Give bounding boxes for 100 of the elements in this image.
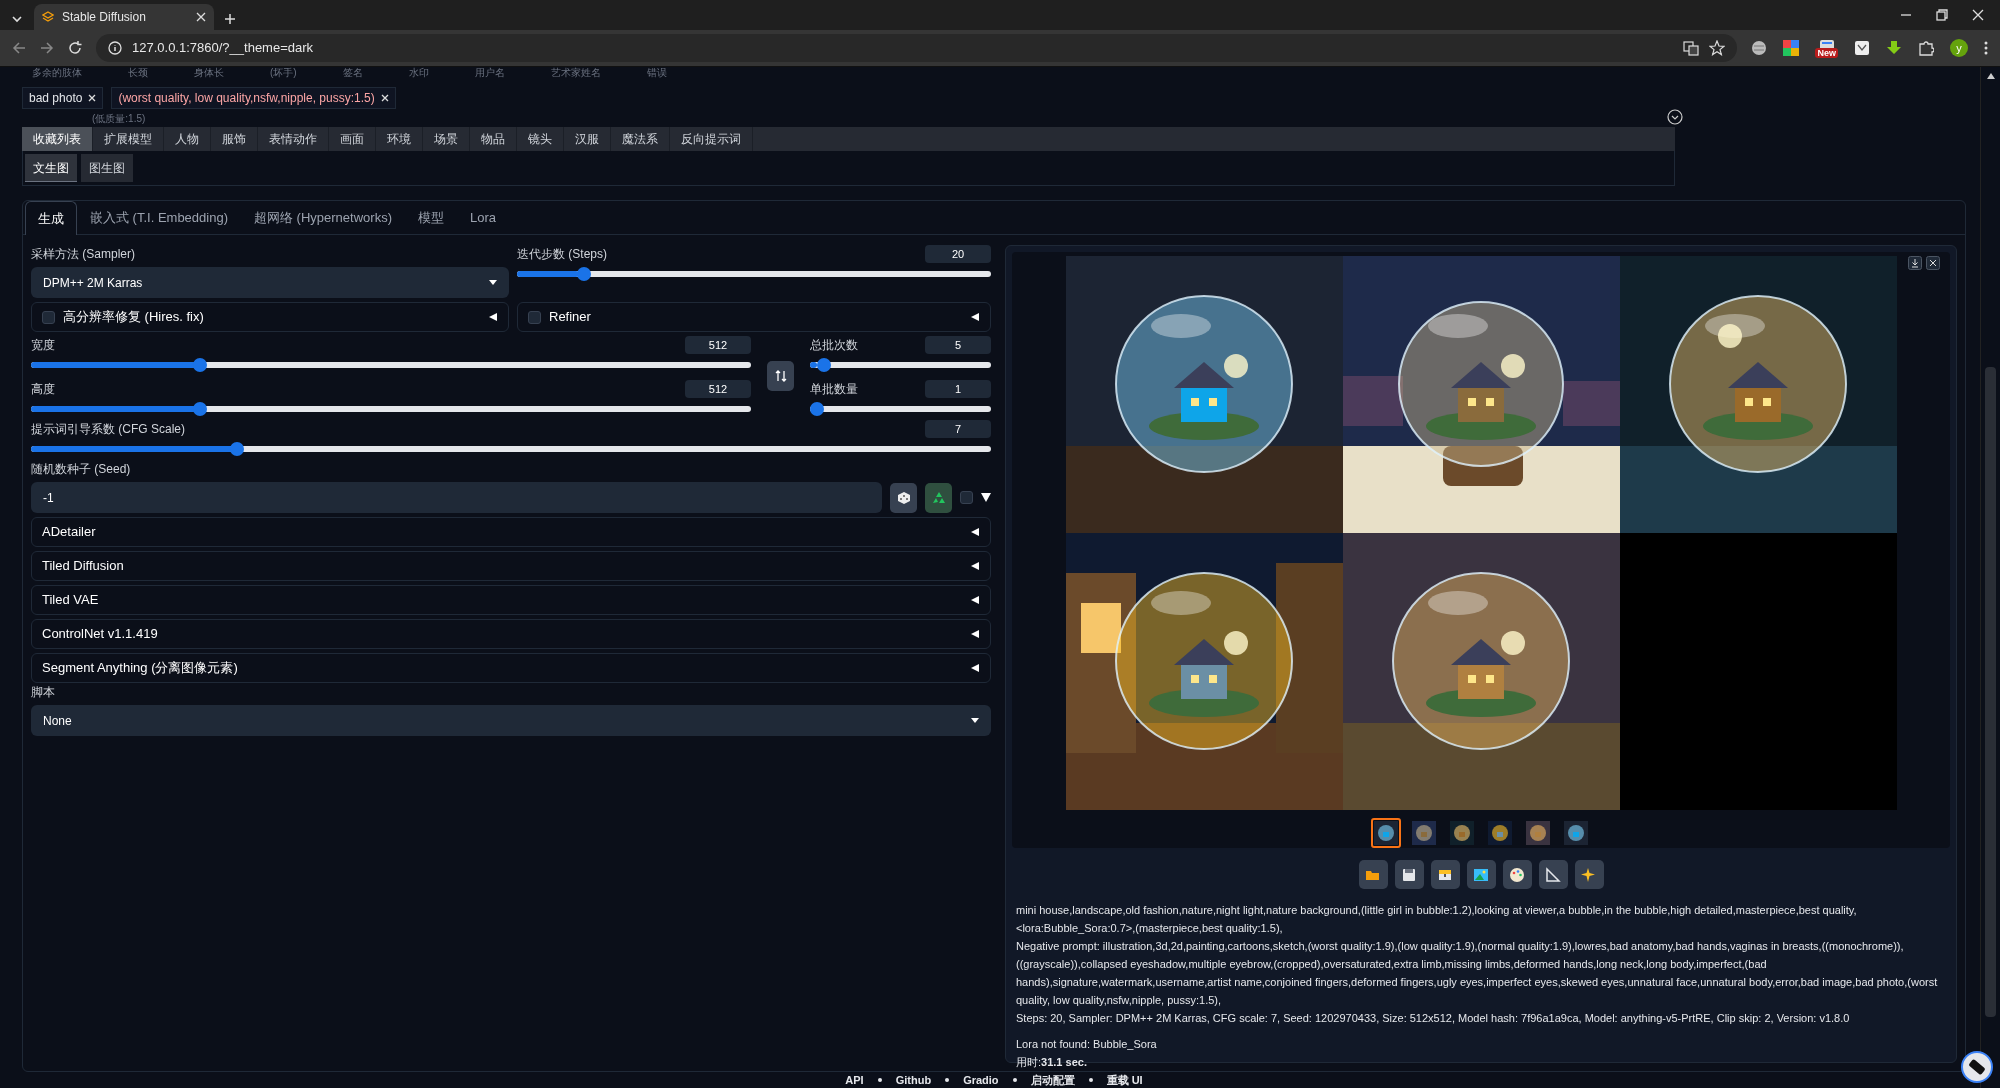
collapse-icon[interactable] bbox=[488, 312, 498, 322]
close-icon[interactable] bbox=[1926, 256, 1940, 270]
collapse-icon[interactable] bbox=[970, 595, 980, 605]
info-icon[interactable] bbox=[108, 41, 122, 55]
slider-thumb[interactable] bbox=[816, 358, 831, 372]
ruler-button[interactable] bbox=[1538, 860, 1568, 889]
download-icon[interactable] bbox=[1908, 256, 1922, 270]
category-tab[interactable]: 反向提示词 bbox=[670, 127, 753, 151]
category-tab[interactable]: 扩展模型 bbox=[93, 127, 164, 151]
accordion-header[interactable]: Segment Anything (分离图像元素) bbox=[31, 653, 991, 683]
back-icon[interactable] bbox=[12, 41, 26, 55]
tag-text[interactable]: 签名 bbox=[342, 67, 363, 79]
slider-track[interactable] bbox=[31, 358, 751, 372]
collapse-icon[interactable] bbox=[970, 561, 980, 571]
category-tab[interactable]: 汉服 bbox=[564, 127, 611, 151]
tag-text[interactable]: 用户名 bbox=[474, 67, 505, 79]
number-field[interactable]: 20 bbox=[925, 245, 991, 263]
slider-track[interactable] bbox=[810, 358, 991, 372]
category-tab[interactable]: 表情动作 bbox=[258, 127, 329, 151]
scroll-up-icon[interactable] bbox=[1987, 73, 1995, 79]
footer-link[interactable]: 重载 UI bbox=[1106, 1072, 1143, 1088]
checkbox[interactable] bbox=[960, 491, 973, 504]
forward-icon[interactable] bbox=[40, 41, 54, 55]
slider-thumb[interactable] bbox=[576, 267, 591, 281]
reload-icon[interactable] bbox=[68, 41, 82, 55]
color-grid-icon[interactable] bbox=[1783, 40, 1800, 56]
remove-icon[interactable] bbox=[88, 94, 97, 102]
category-tab[interactable]: 人物 bbox=[164, 127, 211, 151]
thumbnail[interactable] bbox=[1371, 818, 1401, 848]
category-tab[interactable]: 镜头 bbox=[517, 127, 564, 151]
slider-thumb[interactable] bbox=[193, 402, 208, 416]
category-tab[interactable]: 收藏列表 bbox=[22, 127, 93, 151]
tag-text[interactable]: (坏手) bbox=[270, 67, 297, 79]
slider-thumb[interactable] bbox=[193, 358, 208, 372]
number-field[interactable]: 512 bbox=[685, 336, 751, 354]
sampler-select[interactable]: DPM++ 2M Karras bbox=[31, 267, 509, 298]
mode-tab[interactable]: 文生图 bbox=[25, 154, 77, 182]
thumbnail[interactable] bbox=[1485, 818, 1515, 848]
accordion-header[interactable]: 高分辨率修复 (Hires. fix) bbox=[31, 302, 509, 332]
more-icon[interactable] bbox=[1984, 40, 1988, 56]
accordion-header[interactable]: Tiled VAE bbox=[31, 585, 991, 615]
category-tab[interactable]: 物品 bbox=[470, 127, 517, 151]
globe-icon[interactable] bbox=[1751, 40, 1768, 56]
zip-button[interactable] bbox=[1430, 860, 1460, 889]
swap-button[interactable] bbox=[767, 361, 794, 391]
seed-field[interactable]: -1 bbox=[31, 482, 882, 513]
category-tab[interactable]: 场景 bbox=[423, 127, 470, 151]
accordion-header[interactable]: ControlNet v1.1.419 bbox=[31, 619, 991, 649]
browser-tab[interactable]: Stable Diffusion bbox=[34, 4, 214, 30]
dice-button[interactable] bbox=[890, 482, 917, 513]
slider-track[interactable] bbox=[517, 267, 991, 281]
image-button[interactable] bbox=[1466, 860, 1496, 889]
folder-button[interactable] bbox=[1358, 860, 1388, 889]
translate-icon[interactable] bbox=[1683, 40, 1700, 56]
accordion-header[interactable]: Tiled Diffusion bbox=[31, 551, 991, 581]
floating-ball-icon[interactable] bbox=[1960, 1050, 1994, 1084]
footer-link[interactable]: 启动配置 bbox=[1030, 1072, 1075, 1088]
slider-track[interactable] bbox=[31, 442, 991, 456]
collapse-icon[interactable] bbox=[970, 312, 980, 322]
category-tab[interactable]: 环境 bbox=[376, 127, 423, 151]
number-field[interactable]: 512 bbox=[685, 380, 751, 398]
main-tab[interactable]: 嵌入式 (T.I. Embedding) bbox=[77, 199, 241, 234]
footer-link[interactable]: Github bbox=[895, 1072, 932, 1088]
dropdown-icon[interactable] bbox=[981, 493, 991, 502]
thumbnail[interactable] bbox=[1523, 818, 1553, 848]
number-field[interactable]: 1 bbox=[925, 380, 991, 398]
remove-icon[interactable] bbox=[380, 94, 389, 102]
restore-icon[interactable] bbox=[1936, 9, 1948, 21]
collapse-icon[interactable] bbox=[970, 629, 980, 639]
tag-text[interactable]: 错误 bbox=[646, 67, 667, 79]
slider-thumb[interactable] bbox=[810, 402, 824, 416]
mode-tab[interactable]: 图生图 bbox=[81, 154, 133, 182]
palette-button[interactable] bbox=[1502, 860, 1532, 889]
thumbnail[interactable] bbox=[1409, 818, 1439, 848]
slider-thumb[interactable] bbox=[229, 442, 244, 456]
save-button[interactable] bbox=[1394, 860, 1424, 889]
thumbnail[interactable] bbox=[1447, 818, 1477, 848]
main-tab[interactable]: Lora bbox=[456, 199, 509, 234]
number-field[interactable]: 7 bbox=[925, 420, 991, 438]
tag-text[interactable]: 水印 bbox=[408, 67, 429, 79]
category-tab[interactable]: 服饰 bbox=[211, 127, 258, 151]
tag-text[interactable]: 多余的肢体 bbox=[32, 67, 82, 79]
star-icon[interactable] bbox=[1709, 40, 1726, 56]
accordion-header[interactable]: ADetailer bbox=[31, 517, 991, 547]
checkbox[interactable] bbox=[528, 310, 541, 324]
main-tab[interactable]: 超网络 (Hypernetworks) bbox=[241, 199, 405, 234]
collapse-icon[interactable] bbox=[970, 527, 980, 537]
checkbox[interactable] bbox=[42, 310, 55, 324]
slider-track[interactable] bbox=[810, 402, 991, 416]
main-tab[interactable]: 生成 bbox=[25, 200, 77, 235]
number-field[interactable]: 5 bbox=[925, 336, 991, 354]
collapse-icon[interactable] bbox=[970, 663, 980, 673]
category-tab[interactable]: 画面 bbox=[329, 127, 376, 151]
footer-link[interactable]: Gradio bbox=[963, 1072, 999, 1088]
main-tab[interactable]: 模型 bbox=[404, 199, 457, 234]
recycle-button[interactable] bbox=[925, 482, 952, 513]
script-select[interactable]: None bbox=[31, 705, 991, 736]
expand-icon[interactable] bbox=[1667, 109, 1683, 125]
puzzle-icon[interactable] bbox=[1918, 40, 1934, 56]
tag-text[interactable]: 身体长 bbox=[194, 67, 224, 79]
